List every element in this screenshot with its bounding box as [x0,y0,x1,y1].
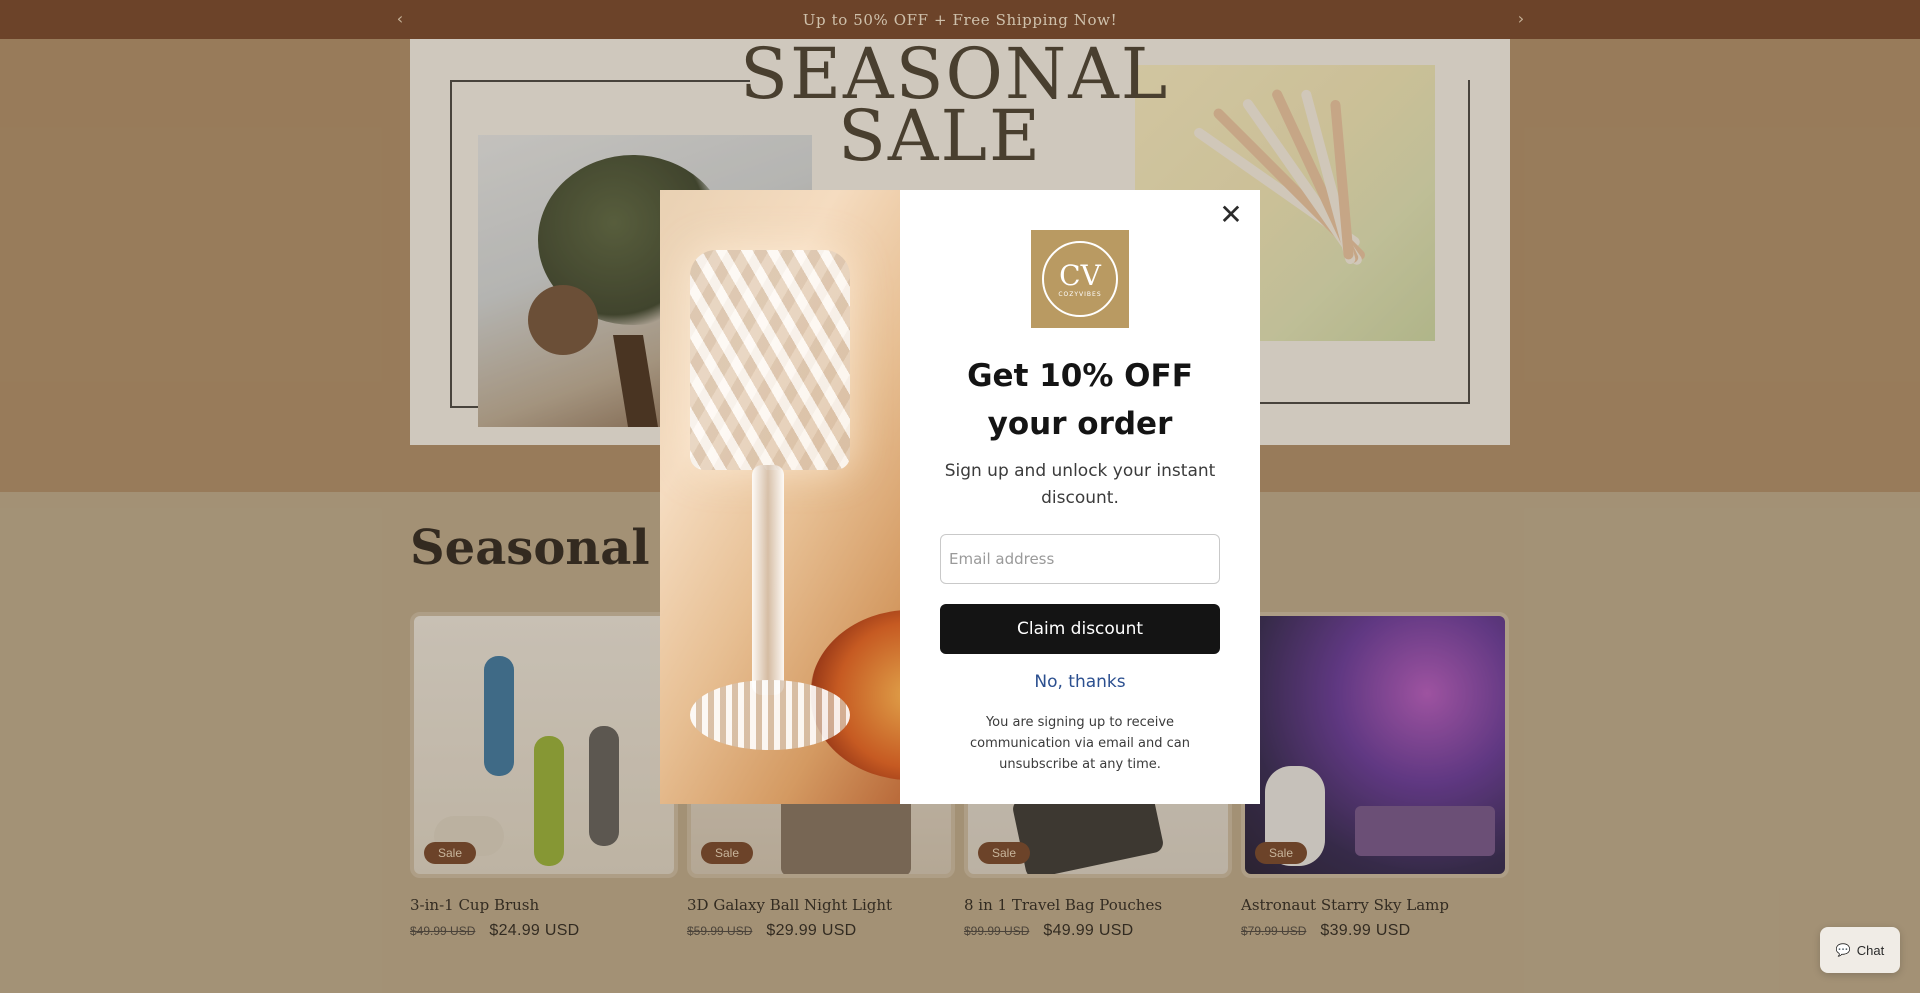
lamp-base-shape [690,680,850,750]
legal-text: You are signing up to receive communicat… [970,715,1190,772]
claim-discount-button[interactable]: Claim discount [940,604,1220,654]
popup-subheading: Sign up and unlock your instant discount… [944,461,1216,508]
chat-label: Chat [1856,942,1885,958]
popup-content: ✕ CV COZYVIBES Get 10% OFF your order Si… [900,190,1260,804]
popup-image [660,190,900,804]
chat-bubble-icon: 💬 [1835,943,1851,957]
logo-circle: CV COZYVIBES [1042,241,1118,317]
lamp-stem-shape [752,465,784,695]
chat-button[interactable]: 💬 Chat [1820,927,1900,973]
logo-mark: CV [1059,258,1101,292]
lamp-shade-shape [690,250,850,470]
brand-logo: CV COZYVIBES [1031,230,1129,328]
decline-link[interactable]: No, thanks [940,672,1220,692]
discount-popup: ✕ CV COZYVIBES Get 10% OFF your order Si… [660,190,1260,804]
popup-heading: Get 10% OFF your order [967,358,1193,442]
email-field[interactable] [940,534,1220,584]
close-icon[interactable]: ✕ [1216,200,1246,230]
logo-wordmark: COZYVIBES [1058,290,1102,298]
